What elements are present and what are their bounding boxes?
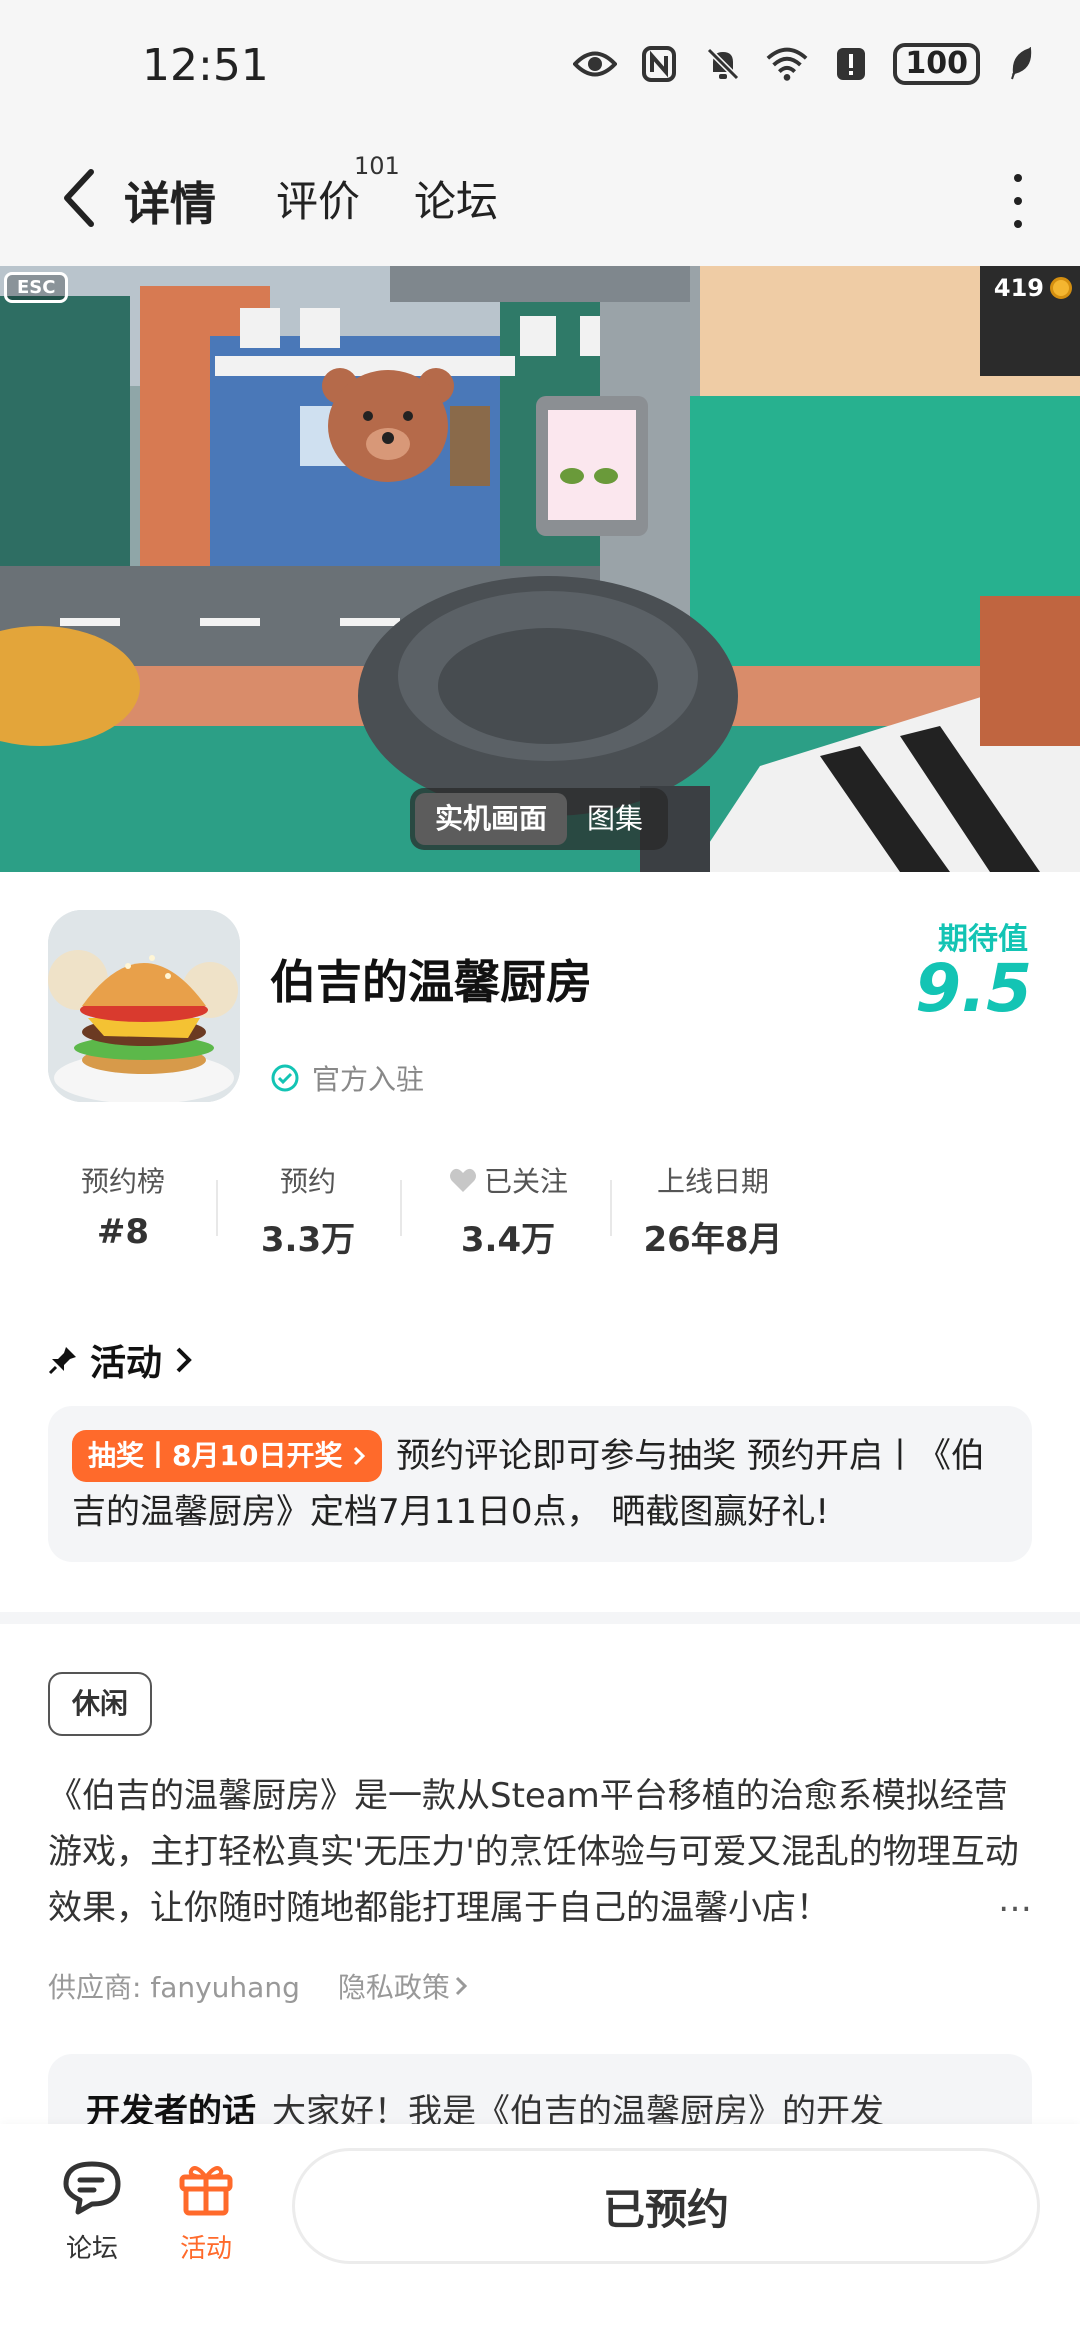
stats-row: 预约榜 #8 预约 3.3万 已关注 3.4万 上线日期 26年8月 <box>48 1160 808 1260</box>
stat-value: 3.4万 <box>460 1220 556 1260</box>
bottom-bar: 论坛 活动 已预约 <box>0 2124 1080 2340</box>
coin-counter: 419 <box>994 274 1072 302</box>
stat-label: 预约榜 <box>80 1165 165 1198</box>
bottom-forum-button[interactable]: 论坛 <box>42 2156 142 2265</box>
more-options-button[interactable] <box>998 174 1038 228</box>
stat-release-date: 上线日期 26年8月 <box>638 1160 788 1261</box>
tab-review-label: 评价 <box>276 177 361 226</box>
gameplay-screenshot <box>0 266 1080 872</box>
mute-icon <box>701 42 745 86</box>
media-toggle: 实机画面 图集 <box>410 788 669 850</box>
wifi-icon <box>765 42 809 86</box>
activity-title: 活动 <box>90 1343 163 1384</box>
privacy-policy-link[interactable]: 隐私政策 <box>338 1966 468 2006</box>
stat-value: 3.3万 <box>260 1220 356 1260</box>
stat-divider <box>400 1180 402 1236</box>
tab-forum[interactable]: 论坛 <box>414 168 498 229</box>
tab-detail-label: 详情 <box>124 177 216 231</box>
coin-count-value: 419 <box>993 274 1044 302</box>
hero-media[interactable]: ESC 419 实机画面 图集 <box>0 266 1080 872</box>
bottom-activity-label: 活动 <box>179 2234 232 2264</box>
stat-label: 上线日期 <box>656 1165 769 1198</box>
activity-card[interactable]: 抽奖丨8月10日开奖 预约评论即可参与抽奖 预约开启丨《伯吉的温馨厨房》定档7月… <box>48 1406 1032 1562</box>
heart-icon <box>449 1168 476 1192</box>
verified-check-icon <box>271 1064 299 1092</box>
status-time: 12:51 <box>142 40 269 91</box>
stat-rank[interactable]: 预约榜 #8 <box>48 1160 198 1252</box>
bottom-activity-button[interactable]: 活动 <box>156 2156 256 2265</box>
battery-icon: 100 <box>893 43 980 85</box>
description-expand[interactable]: … <box>990 1880 1032 1920</box>
reserved-button[interactable]: 已预约 <box>292 2148 1040 2264</box>
tab-review[interactable]: 评价 101 <box>276 152 400 229</box>
stat-value: 26年8月 <box>643 1220 783 1260</box>
pin-icon <box>48 1347 76 1375</box>
nfc-icon <box>637 42 681 86</box>
lottery-badge: 抽奖丨8月10日开奖 <box>72 1430 383 1482</box>
coin-icon <box>1050 277 1072 299</box>
stat-label: 预约 <box>279 1165 336 1198</box>
supplier-text: 供应商: fanyuhang <box>48 1971 300 2004</box>
gift-icon <box>174 2156 238 2220</box>
game-app-icon <box>48 910 240 1102</box>
stat-reservations: 预约 3.3万 <box>238 1160 378 1261</box>
lottery-badge-label: 抽奖丨8月10日开奖 <box>88 1439 343 1472</box>
stat-divider <box>610 1180 612 1236</box>
chevron-right-icon <box>354 1446 366 1466</box>
media-option-gameplay[interactable]: 实机画面 <box>415 793 568 845</box>
supplier-row: 供应商: fanyuhang 隐私政策 <box>48 1966 468 2006</box>
privacy-policy-label: 隐私政策 <box>337 1971 450 2004</box>
activity-content: 抽奖丨8月10日开奖 预约评论即可参与抽奖 预约开启丨《伯吉的温馨厨房》定档7月… <box>72 1428 1008 1540</box>
more-dot <box>1014 174 1022 182</box>
status-icons: 100 <box>573 42 1044 86</box>
tab-detail[interactable]: 详情 <box>120 168 220 234</box>
back-button[interactable] <box>48 166 108 230</box>
official-label: 官方入驻 <box>312 1063 425 1096</box>
review-count: 101 <box>354 152 400 180</box>
chevron-left-icon <box>64 169 94 227</box>
chevron-right-icon <box>176 1347 192 1373</box>
bottom-forum-label: 论坛 <box>65 2234 118 2264</box>
game-title: 伯吉的温馨厨房 <box>270 955 592 1009</box>
game-description[interactable]: 《伯吉的温馨厨房》是一款从Steam平台移植的治愈系模拟经营游戏，主打轻松真实'… <box>48 1768 1038 1936</box>
official-badge: 官方入驻 <box>270 1058 424 1098</box>
more-dot <box>1014 197 1022 205</box>
section-divider <box>0 1612 1080 1624</box>
stat-value: #8 <box>96 1212 150 1252</box>
stat-label: 已关注 <box>483 1165 568 1198</box>
expectation-score: 9.5 <box>915 950 1032 1027</box>
eye-icon <box>573 42 618 86</box>
alert-icon <box>829 42 873 86</box>
activity-header[interactable]: 活动 <box>48 1334 194 1386</box>
tab-forum-label: 论坛 <box>414 177 499 226</box>
more-dot <box>1014 220 1022 228</box>
status-bar: 12:51 100 <box>0 0 1080 130</box>
top-nav: 详情 评价 101 论坛 <box>0 130 1080 266</box>
leaf-icon <box>1000 42 1044 86</box>
genre-tag[interactable]: 休闲 <box>48 1672 153 1736</box>
stat-following[interactable]: 已关注 3.4万 <box>428 1160 588 1261</box>
chat-bubble-icon <box>60 2156 124 2220</box>
chevron-right-icon <box>455 1976 467 1996</box>
esc-badge: ESC <box>4 272 69 303</box>
media-option-gallery[interactable]: 图集 <box>567 793 663 845</box>
stat-divider <box>216 1180 218 1236</box>
